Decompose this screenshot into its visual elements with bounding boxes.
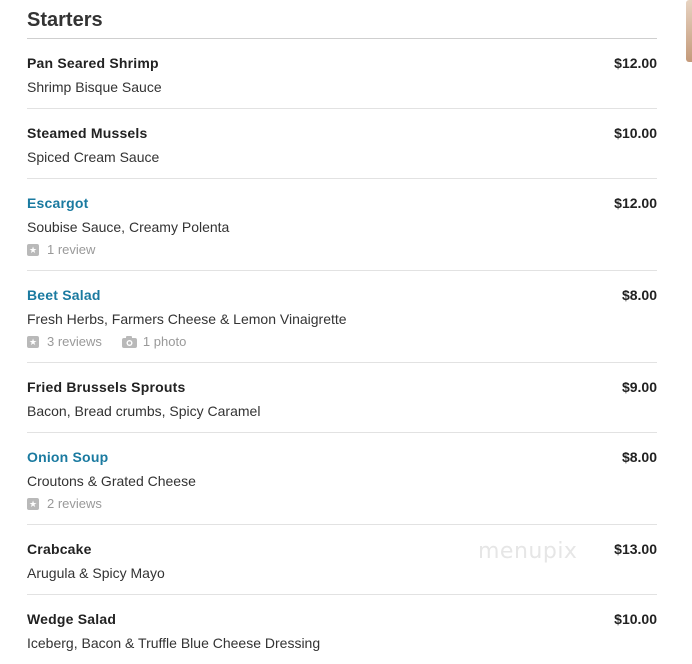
menu-item: Pan Seared Shrimp $12.00 Shrimp Bisque S… <box>27 39 657 109</box>
photos-count: 1 photo <box>142 334 187 349</box>
watermark: menupix <box>478 539 578 564</box>
item-name: Steamed Mussels <box>27 125 148 141</box>
item-description: Spiced Cream Sauce <box>27 149 160 165</box>
star-icon: ★ <box>27 244 39 256</box>
item-meta: ★ 1 review <box>27 242 657 258</box>
item-description: Iceberg, Bacon & Truffle Blue Cheese Dre… <box>27 635 321 651</box>
item-name-link[interactable]: Onion Soup <box>27 449 657 466</box>
item-name: Fried Brussels Sprouts <box>27 379 186 395</box>
menu-item: Wedge Salad $10.00 Iceberg, Bacon & Truf… <box>27 595 657 664</box>
menu-item: Fried Brussels Sprouts $9.00 Bacon, Brea… <box>27 363 657 433</box>
item-price: $13.00 <box>614 541 657 557</box>
item-description: Fresh Herbs, Farmers Cheese & Lemon Vina… <box>27 311 347 327</box>
star-icon: ★ <box>27 336 39 348</box>
item-description: Soubise Sauce, Creamy Polenta <box>27 219 230 235</box>
item-description: Croutons & Grated Cheese <box>27 473 196 489</box>
item-price: $8.00 <box>621 449 657 465</box>
menu-section: Starters Pan Seared Shrimp $12.00 Shrimp… <box>27 0 657 664</box>
reviews-count: 1 review <box>47 242 96 257</box>
item-name: Pan Seared Shrimp <box>27 55 159 71</box>
reviews-link[interactable]: ★ 3 reviews <box>27 334 102 350</box>
item-meta: ★ 2 reviews <box>27 496 657 512</box>
reviews-link[interactable]: ★ 1 review <box>27 242 95 258</box>
item-name-link[interactable]: Escargot <box>27 195 657 212</box>
menu-item: Beet Salad $8.00 Fresh Herbs, Farmers Ch… <box>27 271 657 363</box>
reviews-link[interactable]: ★ 2 reviews <box>27 496 102 512</box>
section-title: Starters <box>27 0 657 39</box>
side-image <box>686 0 692 62</box>
photos-link[interactable]: 1 photo <box>121 334 187 350</box>
reviews-count: 3 reviews <box>47 334 102 349</box>
item-description: Bacon, Bread crumbs, Spicy Caramel <box>27 403 261 419</box>
reviews-count: 2 reviews <box>47 496 102 511</box>
menu-item: Onion Soup $8.00 Croutons & Grated Chees… <box>27 433 657 525</box>
item-price: $12.00 <box>614 55 657 71</box>
item-description: Shrimp Bisque Sauce <box>27 79 162 95</box>
star-icon: ★ <box>27 498 39 510</box>
item-price: $10.00 <box>614 125 657 141</box>
camera-icon <box>121 336 137 348</box>
item-price: $9.00 <box>621 379 657 395</box>
menu-item: Steamed Mussels $10.00 Spiced Cream Sauc… <box>27 109 657 179</box>
item-name: Wedge Salad <box>27 611 117 627</box>
item-price: $10.00 <box>614 611 657 627</box>
item-meta: ★ 3 reviews 1 photo <box>27 334 657 350</box>
item-price: $8.00 <box>621 287 657 303</box>
item-description: Arugula & Spicy Mayo <box>27 565 165 581</box>
menu-item: Escargot $12.00 Soubise Sauce, Creamy Po… <box>27 179 657 271</box>
item-name-link[interactable]: Beet Salad <box>27 287 657 304</box>
item-price: $12.00 <box>614 195 657 211</box>
